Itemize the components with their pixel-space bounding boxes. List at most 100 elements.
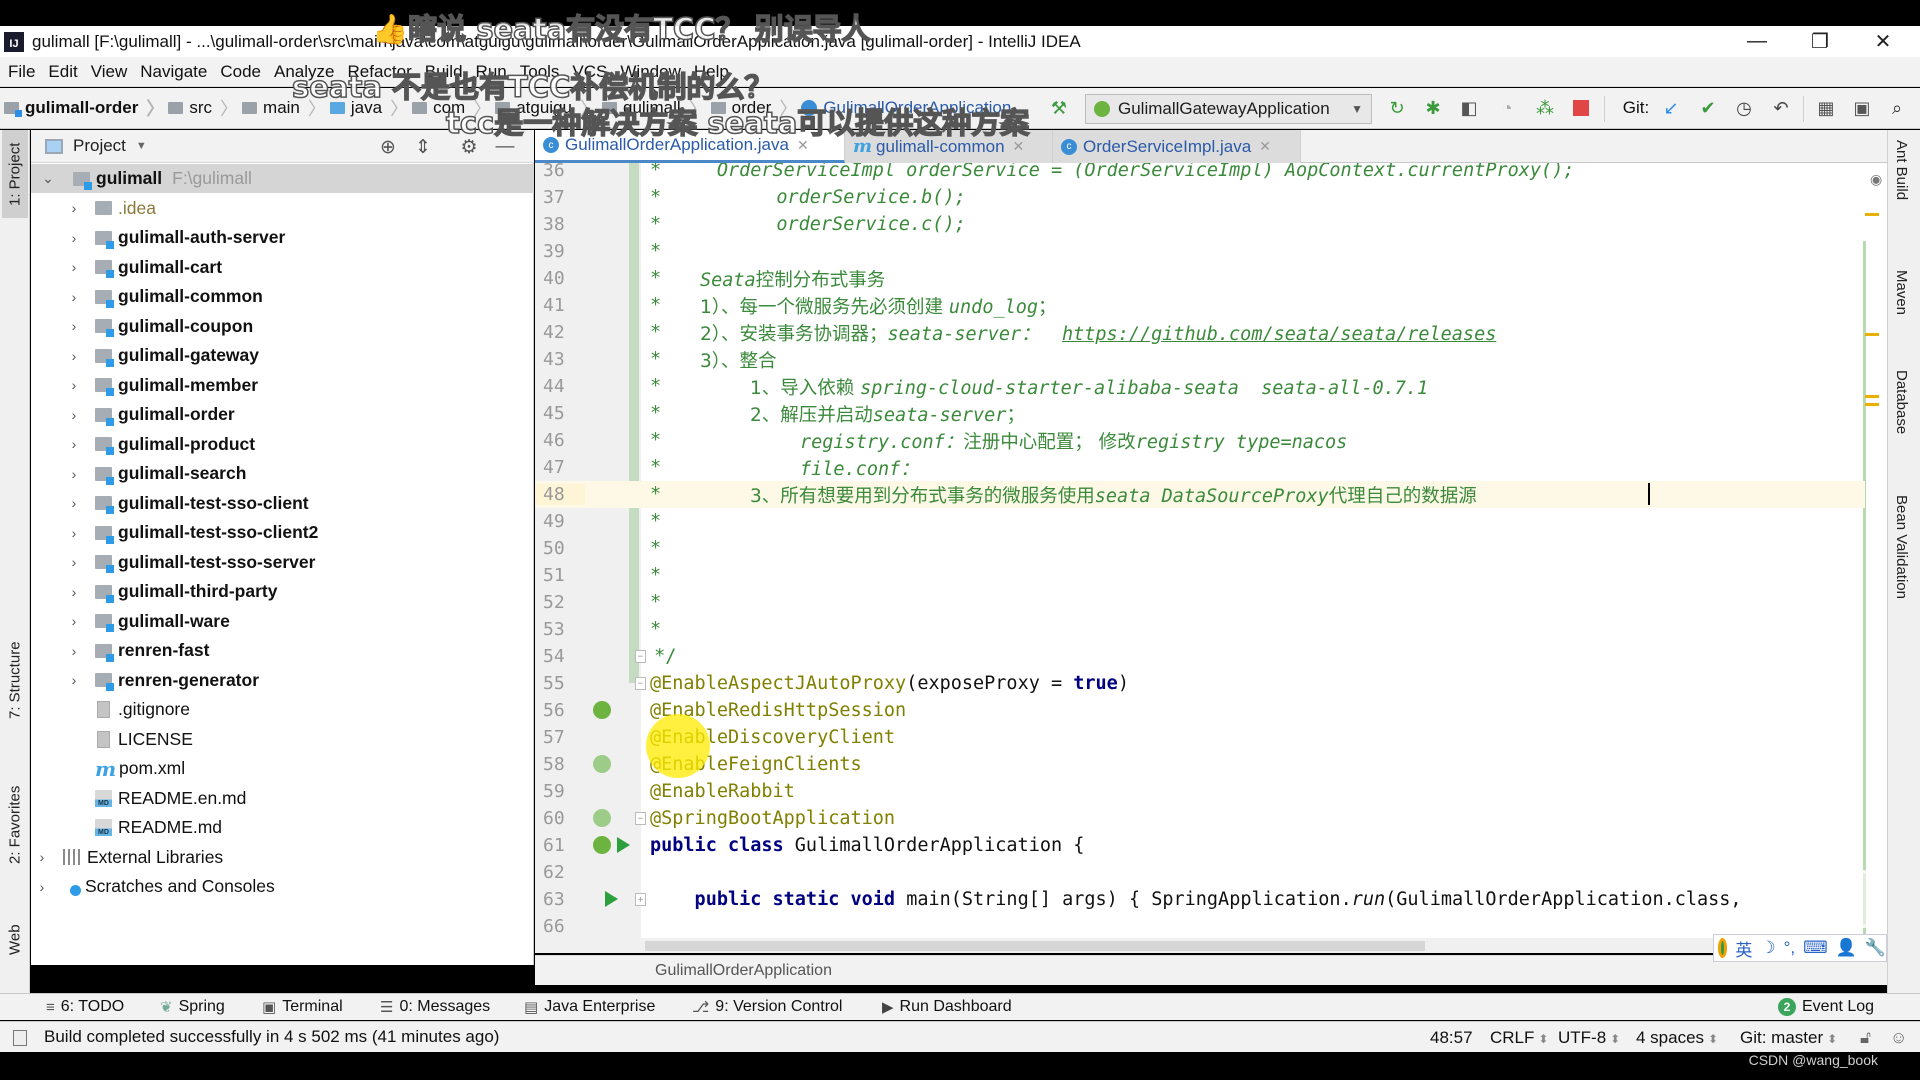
menu-tools[interactable]: Tools	[520, 62, 560, 82]
crumb-src[interactable]: src 〉	[168, 95, 238, 121]
spring-bean-icon[interactable]	[593, 701, 611, 719]
run-with-coverage-icon[interactable]: ◧	[1458, 97, 1480, 119]
search-everywhere-icon[interactable]: ⌕	[1886, 97, 1908, 119]
tree-item[interactable]: .gitignore	[31, 695, 534, 724]
menu-vcs[interactable]: VCS	[572, 62, 607, 82]
tool-window-run-dashboard[interactable]: ▶ Run Dashboard	[882, 998, 1012, 1016]
ime-user-icon[interactable]: 👤	[1836, 938, 1857, 958]
crumb-gulimall[interactable]: gulimall 〉	[601, 95, 707, 121]
ime-keyboard-icon[interactable]: ⌨	[1803, 938, 1828, 958]
line-separator-select[interactable]: CRLF ⬍	[1490, 1028, 1548, 1048]
menu-build[interactable]: Build	[425, 62, 463, 82]
tool-tab-favorites[interactable]: 2: Favorites	[2, 770, 28, 880]
ime-toolbar[interactable]: 英 ☽ °, ⌨ 👤 🔧	[1713, 934, 1887, 962]
hide-panel-icon[interactable]: —	[494, 136, 516, 158]
tool-tab-structure[interactable]: 7: Structure	[2, 630, 28, 730]
tree-item[interactable]: › renren-generator	[31, 666, 534, 695]
menu-edit[interactable]: Edit	[48, 62, 77, 82]
tree-item[interactable]: › gulimall-common	[31, 282, 534, 311]
tool-window-spring[interactable]: ❦ Spring	[160, 998, 225, 1016]
project-structure-icon[interactable]: ▦	[1815, 97, 1837, 119]
scrollbar-thumb[interactable]	[645, 941, 1425, 951]
spring-feign-icon[interactable]	[593, 755, 611, 773]
ime-punct-icon[interactable]: °,	[1784, 938, 1796, 958]
tool-tab-maven[interactable]: Maven	[1893, 270, 1910, 315]
close-button[interactable]: ✕	[1853, 26, 1913, 57]
chevron-right-icon[interactable]: ›	[35, 879, 49, 895]
git-branch-select[interactable]: Git: master ⬍	[1740, 1028, 1837, 1048]
menu-help[interactable]: Help	[694, 62, 729, 82]
menu-window[interactable]: Window	[620, 62, 680, 82]
rerun-icon[interactable]: ↻	[1386, 97, 1408, 119]
git-update-icon[interactable]: ↙	[1660, 97, 1682, 119]
encoding-select[interactable]: UTF-8 ⬍	[1558, 1028, 1620, 1048]
tool-window-messages[interactable]: ☰ 0: Messages	[380, 998, 490, 1016]
tool-tab-ant-build[interactable]: Ant Build	[1893, 140, 1910, 200]
tool-tab-web[interactable]: Web	[2, 910, 28, 970]
chevron-right-icon[interactable]: ›	[67, 672, 81, 688]
chevron-right-icon[interactable]: ›	[67, 436, 81, 452]
chevron-right-icon[interactable]: ›	[67, 584, 81, 600]
tool-tab-bean-validation[interactable]: Bean Validation	[1893, 495, 1910, 599]
spring-config-icon[interactable]	[593, 809, 611, 827]
fold-icon[interactable]: −	[635, 677, 646, 690]
expand-fold-icon[interactable]: +	[635, 893, 646, 906]
tree-item[interactable]: › gulimall-cart	[31, 253, 534, 282]
crumb-module[interactable]: gulimall-order 〉	[4, 95, 164, 121]
close-tab-icon[interactable]: ✕	[1013, 138, 1025, 155]
git-commit-icon[interactable]: ✔	[1697, 97, 1719, 119]
close-tab-icon[interactable]: ✕	[1259, 138, 1271, 155]
ime-settings-icon[interactable]: 🔧	[1865, 938, 1886, 958]
chevron-right-icon[interactable]: ›	[67, 643, 81, 659]
inspector-icon[interactable]: ☺	[1890, 1028, 1907, 1048]
tree-item[interactable]: › gulimall-product	[31, 430, 534, 459]
tree-item[interactable]: › gulimall-test-sso-client2	[31, 518, 534, 547]
breadcrumb-class[interactable]: GulimallOrderApplication	[655, 962, 832, 980]
caret-position[interactable]: 48:57	[1430, 1028, 1473, 1048]
chevron-right-icon[interactable]: ›	[67, 466, 81, 482]
debug-icon[interactable]: ✱	[1422, 97, 1444, 119]
git-rollback-icon[interactable]: ↶	[1770, 97, 1792, 119]
tree-item[interactable]: m pom.xml	[31, 754, 534, 783]
chevron-right-icon[interactable]: ›	[67, 259, 81, 275]
tree-item[interactable]: › gulimall-member	[31, 371, 534, 400]
tree-item[interactable]: › gulimall-search	[31, 459, 534, 488]
crumb-main[interactable]: main 〉	[242, 95, 326, 121]
crumb-atguigu[interactable]: atguigu 〉	[495, 95, 598, 121]
chevron-down-icon[interactable]: ▼	[136, 140, 147, 152]
gear-icon[interactable]: ⚙	[458, 136, 480, 158]
lock-icon[interactable]: 🔓︎	[1860, 1028, 1871, 1048]
tool-tab-database[interactable]: Database	[1893, 370, 1910, 434]
menu-run[interactable]: Run	[476, 62, 507, 82]
minimize-button[interactable]: —	[1727, 26, 1787, 57]
tree-item[interactable]: › renren-fast	[31, 636, 534, 665]
tab-order-service-impl[interactable]: c OrderServiceImpl.java ✕	[1053, 130, 1301, 163]
chevron-right-icon[interactable]: ›	[67, 377, 81, 393]
chevron-right-icon[interactable]: ›	[67, 289, 81, 305]
tool-window-todo[interactable]: ≡ 6: TODO	[46, 998, 124, 1016]
run-configuration-select[interactable]: GulimallGatewayApplication ▼	[1085, 94, 1372, 124]
menu-analyze[interactable]: Analyze	[274, 62, 334, 82]
stop-icon[interactable]	[1570, 97, 1592, 119]
chevron-right-icon[interactable]: ›	[67, 318, 81, 334]
chevron-right-icon[interactable]: ›	[67, 525, 81, 541]
chevron-right-icon[interactable]: ›	[67, 230, 81, 246]
tree-item-external-libraries[interactable]: › External Libraries	[31, 843, 534, 872]
tree-item[interactable]: › gulimall-test-sso-client	[31, 489, 534, 518]
menu-code[interactable]: Code	[220, 62, 261, 82]
tree-item[interactable]: › .idea	[31, 194, 534, 223]
tree-item[interactable]: › gulimall-coupon	[31, 312, 534, 341]
tab-gulimall-order-application[interactable]: c GulimallOrderApplication.java ✕	[535, 130, 845, 163]
tree-item[interactable]: › gulimall-test-sso-server	[31, 548, 534, 577]
tree-item[interactable]: › gulimall-order	[31, 400, 534, 429]
tree-item[interactable]: › gulimall-ware	[31, 607, 534, 636]
chevron-right-icon[interactable]: ›	[67, 495, 81, 511]
attach-debugger-icon[interactable]: ⁂	[1534, 97, 1556, 119]
menu-view[interactable]: View	[91, 62, 128, 82]
code-editor[interactable]: ◉ 36 OrderServiceImpl orderService = (Or…	[535, 163, 1887, 953]
tool-window-terminal[interactable]: ▣ Terminal	[262, 998, 343, 1016]
chevron-right-icon[interactable]: ›	[67, 407, 81, 423]
seata-releases-link[interactable]: https://github.com/seata/seata/releases	[1062, 324, 1496, 345]
menu-file[interactable]: File	[8, 62, 35, 82]
run-main-icon[interactable]	[605, 891, 618, 907]
